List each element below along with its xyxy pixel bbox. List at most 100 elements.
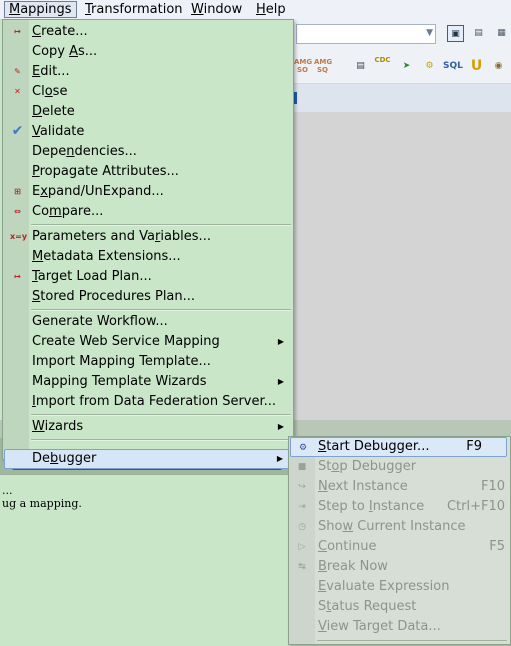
validate-check-icon: ✔ (11, 123, 24, 139)
menu-item-parameters-and-variables[interactable]: x=y Parameters and Variables... (4, 227, 292, 247)
menu-item-label: Close (32, 84, 68, 99)
break-now-icon: ↹ (298, 562, 306, 572)
menu-item-label: Create Web Service Mapping (32, 334, 220, 349)
menu-item-label: Target Load Plan... (32, 269, 152, 284)
menu-item-create[interactable]: ↦ Create... (4, 22, 292, 42)
submenu-item-start-debugger[interactable]: ⚙ Start Debugger... F9 (290, 437, 507, 457)
menu-item-label: Stored Procedures Plan... (32, 289, 196, 304)
menu-item-label: Import Mapping Template... (32, 354, 211, 369)
menu-item-label: View Target Data... (318, 619, 441, 634)
start-debugger-icon: ⚙ (298, 443, 308, 453)
menu-item-label: Compare... (32, 204, 104, 219)
next-instance-icon: ↪ (298, 482, 306, 492)
output-line: ... (2, 484, 13, 497)
menu-item-create-web-service-mapping[interactable]: Create Web Service Mapping ▶ (4, 332, 292, 352)
menu-item-generate-workflow[interactable]: Generate Workflow... (4, 312, 292, 332)
menu-item-dependencies[interactable]: Dependencies... (4, 142, 292, 162)
submenu-item-step-to-instance[interactable]: ⇥ Step to Instance Ctrl+F10 (290, 497, 507, 517)
union-icon[interactable]: U (468, 58, 485, 75)
submenu-item-evaluate-expression[interactable]: Evaluate Expression (290, 577, 507, 597)
menu-item-delete[interactable]: Delete (4, 102, 292, 122)
menu-item-label: Dependencies... (32, 144, 137, 159)
menu-item-label: Import from Data Federation Server... (32, 394, 277, 409)
menu-item-label: Edit... (32, 64, 70, 79)
menu-item-metadata-extensions[interactable]: Metadata Extensions... (4, 247, 292, 267)
submenu-item-status-request[interactable]: Status Request (290, 597, 507, 617)
combo-arrow-icon[interactable]: ▼ (426, 28, 433, 38)
menu-item-label: Start Debugger... (318, 439, 430, 454)
submenu-item-break-now[interactable]: ↹ Break Now (290, 557, 507, 577)
submenu-item-view-target-data[interactable]: View Target Data... (290, 617, 507, 637)
workspace-canvas (294, 112, 511, 420)
menu-item-validate[interactable]: ✔ Validate (4, 122, 292, 142)
menubar-mappings[interactable]: Mappings (4, 1, 77, 18)
shortcut-label: F9 (466, 439, 482, 454)
menu-separator (317, 640, 507, 641)
menu-item-label: Debugger (32, 451, 97, 466)
menu-item-label: Status Request (318, 599, 417, 614)
workspace-icon[interactable]: ▣ (447, 25, 464, 42)
amg-src-icon[interactable]: AMG SO (294, 58, 312, 75)
menu-item-import-mapping-template[interactable]: Import Mapping Template... (4, 352, 292, 372)
shortcut-label: F5 (489, 539, 505, 554)
compare-icon: ⇔ (14, 207, 21, 216)
menu-item-debugger[interactable]: Debugger ▶ (4, 449, 292, 469)
menu-separator (31, 309, 291, 311)
menu-item-label: Copy As... (32, 44, 98, 59)
create-icon: ↦ (14, 27, 21, 36)
menu-item-copy-as[interactable]: Copy As... (4, 42, 292, 62)
show-instance-icon: ◷ (298, 522, 306, 532)
stop-debugger-icon: ■ (297, 462, 307, 472)
cdc-key-icon[interactable]: CDC (374, 56, 391, 73)
menu-item-wizards[interactable]: Wizards ▶ (4, 417, 292, 437)
menu-item-label: Expand/UnExpand... (32, 184, 164, 199)
menu-separator (31, 414, 291, 416)
menu-item-target-load-plan[interactable]: ↦ Target Load Plan... (4, 267, 292, 287)
menu-item-edit[interactable]: ✎ Edit... (4, 62, 292, 82)
menubar-help[interactable]: Help (252, 1, 290, 18)
menubar-transformation[interactable]: Transformation (81, 1, 187, 18)
tab-marker (294, 92, 297, 104)
menu-item-mapping-template-wizards[interactable]: Mapping Template Wizards ▶ (4, 372, 292, 392)
menu-item-propagate-attributes[interactable]: Propagate Attributes... (4, 162, 292, 182)
menu-bar: Mappings Transformation Window Help (0, 0, 511, 20)
router-icon[interactable]: ➤ (398, 58, 415, 75)
submenu-item-show-current-instance[interactable]: ◷ Show Current Instance (290, 517, 507, 537)
mappings-menu: ↦ Create... Copy As... ✎ Edit... ✕ Close Delete… (2, 19, 294, 469)
menu-item-label: Create... (32, 24, 88, 39)
menu-item-stored-procedures-plan[interactable]: Stored Procedures Plan... (4, 287, 292, 307)
sql-icon[interactable]: SQL (443, 58, 463, 75)
tab-strip (294, 84, 511, 112)
menu-item-label: Mapping Template Wizards (32, 374, 207, 389)
toolbar-combo[interactable]: ▼ (296, 24, 436, 44)
gear-icon[interactable]: ⚙ (421, 58, 438, 75)
menu-item-label: Break Now (318, 559, 388, 574)
menu-item-label: Step to Instance (318, 499, 425, 514)
shortcut-label: Ctrl+F10 (446, 499, 505, 514)
submenu-arrow-icon: ▶ (276, 454, 283, 463)
menubar-window[interactable]: Window (187, 1, 246, 18)
menu-item-label: Show Current Instance (318, 519, 466, 534)
amg-tgt-icon[interactable]: AMG SQ (314, 58, 332, 75)
submenu-item-continue[interactable]: ▷ Continue F5 (290, 537, 507, 557)
output-line: ug a mapping. (2, 497, 82, 510)
menu-item-label: Metadata Extensions... (32, 249, 181, 264)
menu-separator (31, 224, 291, 226)
submenu-arrow-icon: ▶ (277, 377, 284, 386)
menu-item-label: Wizards (32, 419, 84, 434)
menu-item-import-from-data-federation-server[interactable]: Import from Data Federation Server... (4, 392, 292, 412)
close-icon: ✕ (14, 87, 21, 96)
menu-item-compare[interactable]: ⇔ Compare... (4, 202, 292, 222)
output-icon[interactable]: ▦ (493, 25, 510, 42)
menu-item-label: Delete (32, 104, 75, 119)
submenu-item-stop-debugger[interactable]: ■ Stop Debugger (290, 457, 507, 477)
navigator-icon[interactable]: ▤ (470, 25, 487, 42)
menu-item-close[interactable]: ✕ Close (4, 82, 292, 102)
menu-item-label: Validate (32, 124, 85, 139)
menu-item-expand-unexpand[interactable]: ⊞ Expand/UnExpand... (4, 182, 292, 202)
parameters-icon: x=y (10, 232, 28, 241)
source-qualifier-icon[interactable]: ▤ (352, 58, 369, 75)
lookup-icon[interactable]: ◉ (490, 58, 507, 75)
menu-item-label: Stop Debugger (318, 459, 417, 474)
submenu-item-next-instance[interactable]: ↪ Next Instance F10 (290, 477, 507, 497)
